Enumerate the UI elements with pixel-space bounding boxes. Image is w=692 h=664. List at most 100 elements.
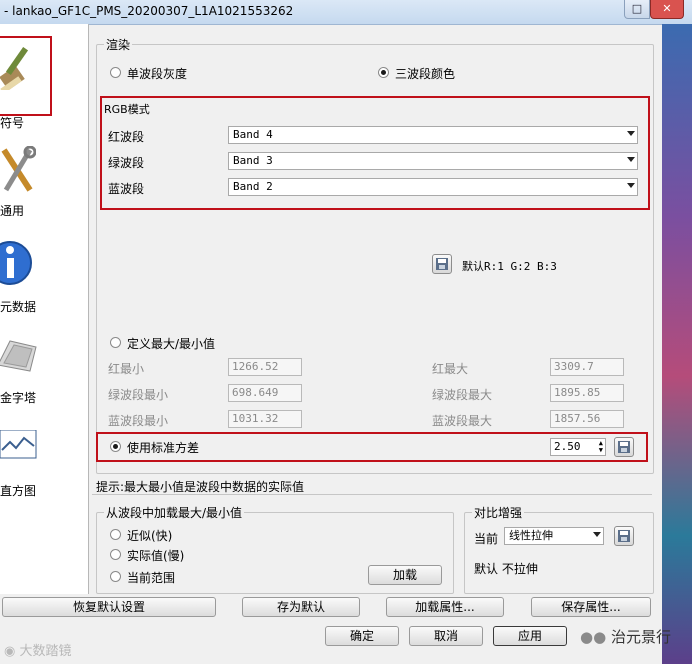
stddev-label: 使用标准方差 — [127, 441, 200, 455]
restore-default-button[interactable]: 恢复默认设置 — [2, 597, 216, 617]
weibo-icon: ◉ — [4, 644, 20, 659]
close-button[interactable]: ✕ — [650, 0, 684, 19]
extent-radio[interactable] — [110, 571, 121, 582]
approx-radio[interactable] — [110, 529, 121, 540]
ok-button[interactable]: 确定 — [325, 626, 399, 646]
green-band-value: Band 3 — [233, 154, 273, 167]
paintbrush-icon — [0, 46, 29, 90]
watermark-right: ●● 治元景行 — [580, 626, 671, 647]
stddev-value: 2.50 — [554, 440, 581, 453]
pyramid-map-icon — [0, 340, 37, 372]
contrast-value: 线性拉伸 — [509, 529, 553, 542]
red-min-field[interactable]: 1266.52 — [228, 358, 302, 376]
contrast-current-label: 当前 — [474, 532, 499, 546]
cancel-button[interactable]: 取消 — [409, 626, 483, 646]
green-min-field[interactable]: 698.649 — [228, 384, 302, 402]
info-icon — [0, 241, 32, 285]
window-title: - lankao_GF1C_PMS_20200307_L1A1021553262 — [4, 4, 294, 18]
blue-band-label: 蓝波段 — [108, 182, 145, 196]
nav-label: 元数据 — [0, 300, 37, 314]
save-rgb-default-button[interactable] — [432, 254, 452, 274]
single-band-option[interactable]: 单波段灰度 — [110, 66, 187, 81]
blue-min-label: 蓝波段最小 — [108, 414, 169, 428]
maximize-button[interactable]: □ — [624, 0, 650, 19]
stddev-radio[interactable] — [110, 441, 121, 452]
watermark-left-text: 大数踏镜 — [19, 644, 72, 659]
nav-label: 符号 — [0, 116, 25, 130]
nav-item-metadata[interactable]: 元数据 — [0, 232, 88, 317]
single-band-label: 单波段灰度 — [127, 67, 188, 81]
watermark-right-text: 治元景行 — [610, 628, 671, 646]
title-bar: - lankao_GF1C_PMS_20200307_L1A1021553262… — [0, 0, 692, 25]
actual-radio[interactable] — [110, 549, 121, 560]
nav-item-pyramids[interactable]: 金字塔 — [0, 329, 88, 409]
nav-label: 金字塔 — [0, 391, 37, 405]
tools-icon — [1, 146, 36, 192]
three-band-radio[interactable] — [378, 67, 389, 78]
load-style-button[interactable]: 加载属性... — [386, 597, 504, 617]
extent-label: 当前范围 — [127, 571, 176, 585]
load-button[interactable]: 加载 — [368, 565, 442, 585]
save-disk-icon — [618, 441, 630, 453]
divider — [92, 494, 652, 495]
spin-arrows-icon[interactable]: ▲ ▼ — [599, 440, 603, 454]
contrast-title: 对比增强 — [472, 504, 525, 521]
contrast-group — [464, 512, 654, 594]
three-band-label: 三波段颜色 — [395, 67, 456, 81]
red-min-label: 红最小 — [108, 362, 145, 376]
blue-max-label: 蓝波段最大 — [432, 414, 493, 428]
approx-option[interactable]: 近似(快) — [110, 528, 172, 543]
contrast-select[interactable]: 线性拉伸 — [504, 527, 604, 545]
nav-item-general[interactable]: 通用 — [0, 142, 88, 222]
rgb-default-text: 默认R:1 G:2 B:3 — [462, 260, 557, 273]
green-band-label: 绿波段 — [108, 156, 145, 170]
actual-label: 实际值(慢) — [127, 549, 185, 563]
extent-option[interactable]: 当前范围 — [110, 570, 175, 585]
actual-option[interactable]: 实际值(慢) — [110, 548, 184, 563]
blue-min-field[interactable]: 1031.32 — [228, 410, 302, 428]
blue-band-select[interactable]: Band 2 — [228, 178, 638, 196]
rgb-group-title: RGB模式 — [104, 103, 150, 116]
red-band-value: Band 4 — [233, 128, 273, 141]
save-contrast-button[interactable] — [614, 526, 634, 546]
custom-minmax-label: 定义最大/最小值 — [127, 337, 216, 351]
red-band-select[interactable]: Band 4 — [228, 126, 638, 144]
blue-band-value: Band 2 — [233, 180, 273, 193]
green-max-field[interactable]: 1895.85 — [550, 384, 624, 402]
contrast-default-text: 默认 不拉伸 — [474, 562, 538, 576]
save-as-default-button[interactable]: 存为默认 — [242, 597, 360, 617]
watermark-left: ◉ 大数踏镜 — [4, 640, 72, 659]
red-max-field[interactable]: 3309.7 — [550, 358, 624, 376]
histogram-icon — [0, 430, 37, 459]
render-group-title: 渲染 — [104, 36, 133, 53]
green-max-label: 绿波段最大 — [432, 388, 493, 402]
apply-button[interactable]: 应用 — [493, 626, 567, 646]
wechat-icon: ●● — [580, 628, 611, 646]
three-band-option[interactable]: 三波段颜色 — [378, 66, 455, 81]
save-style-button[interactable]: 保存属性... — [531, 597, 651, 617]
nav-panel: 符号 通用 元数据 金字塔 直方图 — [0, 24, 89, 594]
green-min-label: 绿波段最小 — [108, 388, 169, 402]
chevron-down-icon — [627, 131, 635, 136]
custom-minmax-option[interactable]: 定义最大/最小值 — [110, 336, 215, 351]
red-band-label: 红波段 — [108, 130, 145, 144]
stddev-option[interactable]: 使用标准方差 — [110, 440, 199, 455]
load-minmax-title: 从波段中加载最大/最小值 — [104, 504, 245, 521]
single-band-radio[interactable] — [110, 67, 121, 78]
chevron-down-icon — [627, 157, 635, 162]
nav-item-symbology[interactable]: 符号 — [0, 24, 88, 130]
stddev-spinbox[interactable]: 2.50 ▲ ▼ — [550, 438, 606, 456]
save-stddev-button[interactable] — [614, 437, 634, 457]
red-max-label: 红最大 — [432, 362, 469, 376]
blue-max-field[interactable]: 1857.56 — [550, 410, 624, 428]
nav-label: 直方图 — [0, 484, 37, 498]
green-band-select[interactable]: Band 3 — [228, 152, 638, 170]
custom-minmax-radio[interactable] — [110, 337, 121, 348]
save-disk-icon — [436, 258, 448, 270]
nav-item-histogram[interactable]: 直方图 — [0, 424, 88, 504]
chevron-down-icon — [593, 532, 601, 537]
chevron-down-icon — [627, 183, 635, 188]
background-image-strip — [662, 24, 692, 664]
save-disk-icon — [618, 530, 630, 542]
hint-text: 提示:最大最小值是波段中数据的实际值 — [96, 480, 305, 494]
